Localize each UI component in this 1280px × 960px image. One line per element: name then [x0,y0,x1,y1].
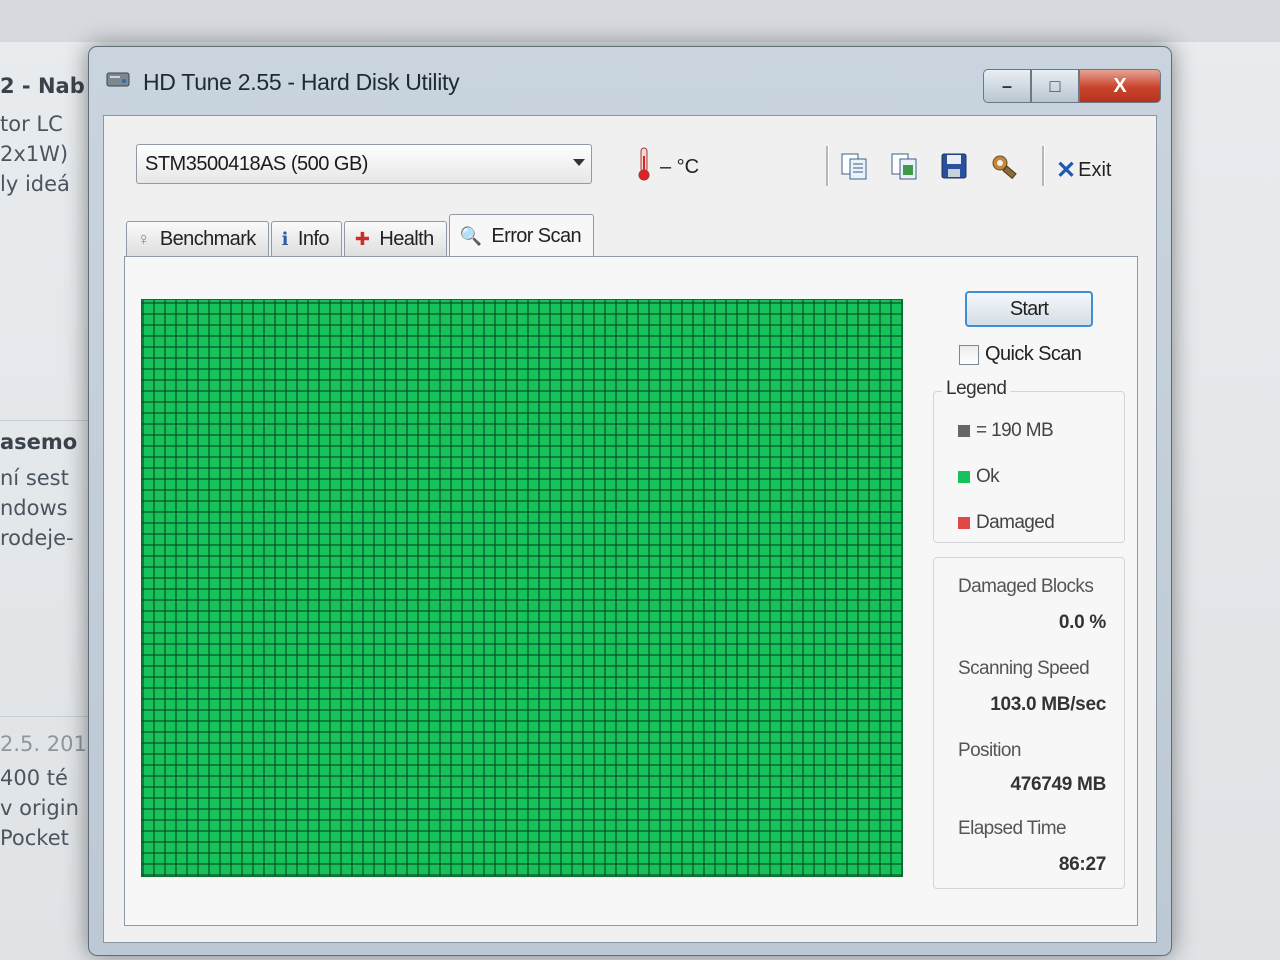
close-button[interactable]: X [1079,69,1161,103]
tab-label: Error Scan [491,224,581,247]
tab-error-scan[interactable]: 🔍 Error Scan [448,214,594,257]
options-icon[interactable] [988,150,1020,182]
position-value: 476749 MB [1010,774,1106,795]
window-controls: – □ X [983,69,1161,103]
hd-tune-window: HD Tune 2.55 - Hard Disk Utility – □ X S… [88,46,1172,956]
tab-health[interactable]: ✚ Health [343,221,447,256]
legend-title: Legend [942,378,1011,400]
save-icon[interactable] [938,150,970,182]
thermometer-icon [638,147,650,181]
copy-text-icon[interactable] [838,150,870,182]
drive-select[interactable]: STM3500418AS (500 GB) [136,144,592,184]
window-title: HD Tune 2.55 - Hard Disk Utility [143,69,460,95]
hd-tune-app-icon [106,72,130,87]
block-swatch [958,425,970,437]
window-client-area: STM3500418AS (500 GB) – °C ✕ Exit ♀ Benc… [103,115,1157,943]
legend-damaged: Damaged [958,512,1055,534]
background-text-line: v origin [0,796,79,820]
benchmark-icon: ♀ [137,228,151,249]
legend-damaged-label: Damaged [976,512,1055,533]
tab-bar: ♀ Benchmark ℹ Info ✚ Health 🔍 Error Scan [126,212,596,257]
background-text-line: asemo [0,430,78,454]
background-text-line: 400 té [0,766,68,790]
chevron-down-icon [573,159,585,166]
magnifier-icon: 🔍 [459,225,482,246]
toolbar-separator [826,146,829,186]
toolbar-separator [1042,146,1045,186]
legend-ok-label: Ok [976,466,1000,487]
temperature-readout: – °C [660,156,700,178]
tab-info[interactable]: ℹ Info [270,221,342,256]
quick-scan-option[interactable]: Quick Scan [959,343,1082,366]
legend-block-size-label: = 190 MB [976,420,1054,441]
title-bar[interactable]: HD Tune 2.55 - Hard Disk Utility – □ X [89,47,1171,111]
quick-scan-label: Quick Scan [985,343,1082,365]
tab-label: Benchmark [159,227,256,250]
scan-statistics: Damaged Blocks 0.0 % Scanning Speed 103.… [933,557,1125,889]
health-icon: ✚ [354,228,370,249]
tab-benchmark[interactable]: ♀ Benchmark [126,221,269,256]
error-scan-panel: Start Quick Scan Legend = 190 MB Ok Dama… [124,256,1138,926]
exit-icon: ✕ [1056,157,1077,184]
legend-block-size: = 190 MB [958,420,1054,442]
info-icon: ℹ [281,228,289,249]
damaged-blocks-label: Damaged Blocks [958,576,1094,597]
legend-group: Legend = 190 MB Ok Damaged [933,378,1125,543]
background-text-line: ní sest [0,466,69,490]
ok-swatch [958,471,970,483]
exit-button[interactable]: ✕ Exit [1056,156,1111,185]
legend-ok: Ok [958,466,1000,488]
background-text-line: rodeje- [0,526,74,550]
position-label: Position [958,740,1021,761]
exit-label: Exit [1078,159,1112,181]
background-text-line: tor LC [0,112,63,136]
scanning-speed-value: 103.0 MB/sec [990,694,1106,715]
scan-block-grid [141,299,903,877]
elapsed-time-value: 86:27 [1058,854,1106,875]
damaged-swatch [958,517,970,529]
maximize-button[interactable]: □ [1031,69,1079,103]
background-text-line: 2x1W) [0,142,69,166]
tab-label: Health [379,227,434,250]
copy-image-icon[interactable] [888,150,920,182]
background-topbar [0,0,1280,42]
start-button[interactable]: Start [965,291,1093,327]
drive-select-value: STM3500418AS (500 GB) [145,152,368,175]
scanning-speed-label: Scanning Speed [958,658,1090,679]
quick-scan-checkbox[interactable] [959,344,979,365]
damaged-blocks-value: 0.0 % [1058,612,1106,633]
background-text-line: ly ideá [0,172,70,196]
tab-label: Info [297,227,330,250]
minimize-button[interactable]: – [983,69,1031,103]
background-text-line: Pocket [0,826,69,850]
background-text-line: 2 - Nab [0,74,85,98]
background-divider [0,420,95,421]
background-text-line: ndows [0,496,68,520]
background-divider [0,716,95,717]
background-text-line: 2.5. 201 [0,732,87,756]
elapsed-time-label: Elapsed Time [958,818,1067,839]
